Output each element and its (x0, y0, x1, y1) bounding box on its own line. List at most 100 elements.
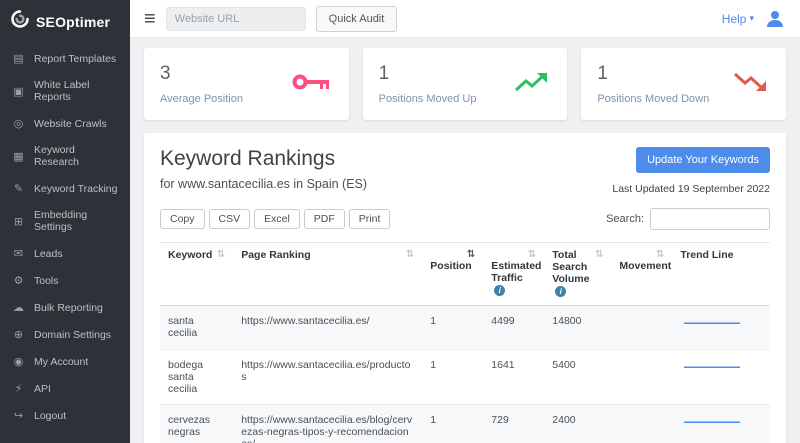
white-label-reports-icon: ▣ (12, 85, 25, 98)
quick-audit-button[interactable]: Quick Audit (316, 6, 398, 32)
seoptimer-logo-icon (10, 9, 30, 34)
sidebar-item-api[interactable]: ⚡API (0, 375, 130, 402)
trend-line-cell (672, 350, 770, 405)
total-search-volume-cell: 2400 (544, 405, 611, 443)
excel-export-button[interactable]: Excel (254, 209, 300, 229)
domain-settings-icon: ⊕ (12, 328, 25, 341)
column-label: Total Search Volume (552, 249, 589, 285)
sidebar-item-label: Keyword Tracking (34, 183, 117, 195)
sidebar-item-label: Report Templates (34, 53, 116, 65)
csv-export-button[interactable]: CSV (209, 209, 251, 229)
sidebar-item-white-label-reports[interactable]: ▣White Label Reports (0, 72, 130, 110)
keyword-cell: santa cecilia (160, 306, 233, 350)
sidebar-item-domain-settings[interactable]: ⊕Domain Settings (0, 321, 130, 348)
movement-cell (611, 306, 672, 350)
website-url-input[interactable] (166, 7, 306, 31)
sort-icon: ⇅ (595, 249, 603, 260)
stat-card-positions-moved-up: 1 Positions Moved Up (363, 48, 568, 120)
last-updated-text: Last Updated 19 September 2022 (612, 183, 770, 195)
sidebar-item-label: Website Crawls (34, 118, 107, 130)
bulk-reporting-icon: ☁ (12, 301, 25, 314)
report-templates-icon: ▤ (12, 52, 25, 65)
keyword-tracking-icon: ✎ (12, 182, 25, 195)
sidebar: SEOptimer ▤ Report Templates ▣White Label … (0, 0, 130, 443)
position-cell: 1 (422, 350, 483, 405)
page-title: Keyword Rankings (160, 147, 367, 171)
keyword-research-icon: ▦ (12, 150, 25, 163)
sidebar-item-report-templates[interactable]: ▤ Report Templates (0, 45, 130, 72)
sidebar-item-logout[interactable]: ↪Logout (0, 402, 130, 429)
sidebar-item-website-crawls[interactable]: ◎ Website Crawls (0, 110, 130, 137)
table-toolbar: CopyCSVExcelPDFPrint Search: (160, 208, 770, 230)
stat-label: Average Position (160, 93, 243, 105)
stat-label: Positions Moved Down (597, 93, 709, 105)
sidebar-item-label: API (34, 383, 51, 395)
stat-value: 1 (379, 63, 477, 85)
embedding-settings-icon: ⊞ (12, 215, 25, 228)
sidebar-item-label: Embedding Settings (34, 209, 118, 233)
column-label: Position (430, 260, 471, 272)
total-search-volume-cell: 5400 (544, 350, 611, 405)
sidebar-item-label: Bulk Reporting (34, 302, 103, 314)
website-crawls-icon: ◎ (12, 117, 25, 130)
trend-sparkline (680, 359, 744, 381)
trend-down-icon (732, 70, 770, 99)
sidebar-item-tools[interactable]: ⚙Tools (0, 267, 130, 294)
sidebar-menu: ▤ Report Templates ▣White Label Reports ◎ We… (0, 45, 130, 429)
table-search-input[interactable] (650, 208, 770, 230)
sidebar-item-label: Keyword Research (34, 144, 118, 168)
table-body: santa ceciliahttps://www.santacecilia.es… (160, 306, 770, 443)
estimated-traffic-cell: 4499 (483, 306, 544, 350)
page-ranking-cell: https://www.santacecilia.es/ (233, 306, 422, 350)
movement-cell (611, 405, 672, 443)
chevron-down-icon: ▾ (749, 13, 754, 24)
estimated-traffic-cell: 1641 (483, 350, 544, 405)
update-keywords-button[interactable]: Update Your Keywords (636, 147, 770, 173)
sidebar-item-embedding-settings[interactable]: ⊞ Embedding Settings (0, 202, 130, 240)
movement-cell (611, 350, 672, 405)
user-account-icon[interactable] (764, 8, 786, 30)
column-header-keyword[interactable]: ⇅Keyword (160, 243, 233, 306)
sort-icon: ⇅ (528, 249, 536, 260)
info-icon[interactable]: i (494, 285, 505, 296)
sidebar-item-keyword-tracking[interactable]: ✎ Keyword Tracking (0, 175, 130, 202)
export-button-group: CopyCSVExcelPDFPrint (160, 209, 394, 229)
sidebar-item-keyword-research[interactable]: ▦ Keyword Research (0, 137, 130, 175)
keyword-cell: bodega santa cecilia (160, 350, 233, 405)
stat-label: Positions Moved Up (379, 93, 477, 105)
stat-value: 1 (597, 63, 709, 85)
table-row: bodega santa ceciliahttps://www.santacec… (160, 350, 770, 405)
sort-icon: ⇅ (467, 249, 475, 260)
position-cell: 1 (422, 405, 483, 443)
content-area: 3 Average Position 1 (130, 38, 800, 443)
seoptimer-logo[interactable]: SEOptimer (0, 0, 130, 45)
column-header-position[interactable]: ⇅Position (422, 243, 483, 306)
trend-line-cell (672, 306, 770, 350)
column-label: Estimated Traffic (491, 260, 541, 284)
sidebar-item-leads[interactable]: ✉Leads (0, 240, 130, 267)
total-search-volume-cell: 14800 (544, 306, 611, 350)
search-wrap: Search: (606, 208, 770, 230)
tools-icon: ⚙ (12, 274, 25, 287)
column-header-movement[interactable]: ⇅Movement (611, 243, 672, 306)
page-subtitle: for www.santacecilia.es in Spain (ES) (160, 177, 367, 191)
my-account-icon: ◉ (12, 355, 25, 368)
sidebar-item-my-account[interactable]: ◉ My Account (0, 348, 130, 375)
stat-card-positions-moved-down: 1 Positions Moved Down (581, 48, 786, 120)
help-menu[interactable]: Help ▾ (722, 12, 754, 26)
column-header-page-ranking[interactable]: ⇅Page Ranking (233, 243, 422, 306)
column-header-estimated-traffic[interactable]: ⇅Estimated Traffici (483, 243, 544, 306)
sidebar-item-bulk-reporting[interactable]: ☁ Bulk Reporting (0, 294, 130, 321)
hamburger-menu-icon[interactable]: ≡ (144, 9, 156, 29)
print-export-button[interactable]: Print (349, 209, 391, 229)
page-ranking-cell: https://www.santacecilia.es/blog/cerveza… (233, 405, 422, 443)
sidebar-item-label: My Account (34, 356, 88, 368)
pdf-export-button[interactable]: PDF (304, 209, 345, 229)
table-header-row: ⇅Keyword⇅Page Ranking⇅Position⇅Estimated… (160, 243, 770, 306)
trend-sparkline (680, 414, 744, 436)
panel-header: Keyword Rankings for www.santacecilia.es… (160, 147, 770, 195)
column-header-total-search-volume[interactable]: ⇅ Total Search Volumei (544, 243, 611, 306)
column-label: Page Ranking (241, 249, 310, 261)
copy-export-button[interactable]: Copy (160, 209, 205, 229)
info-icon[interactable]: i (555, 286, 566, 297)
